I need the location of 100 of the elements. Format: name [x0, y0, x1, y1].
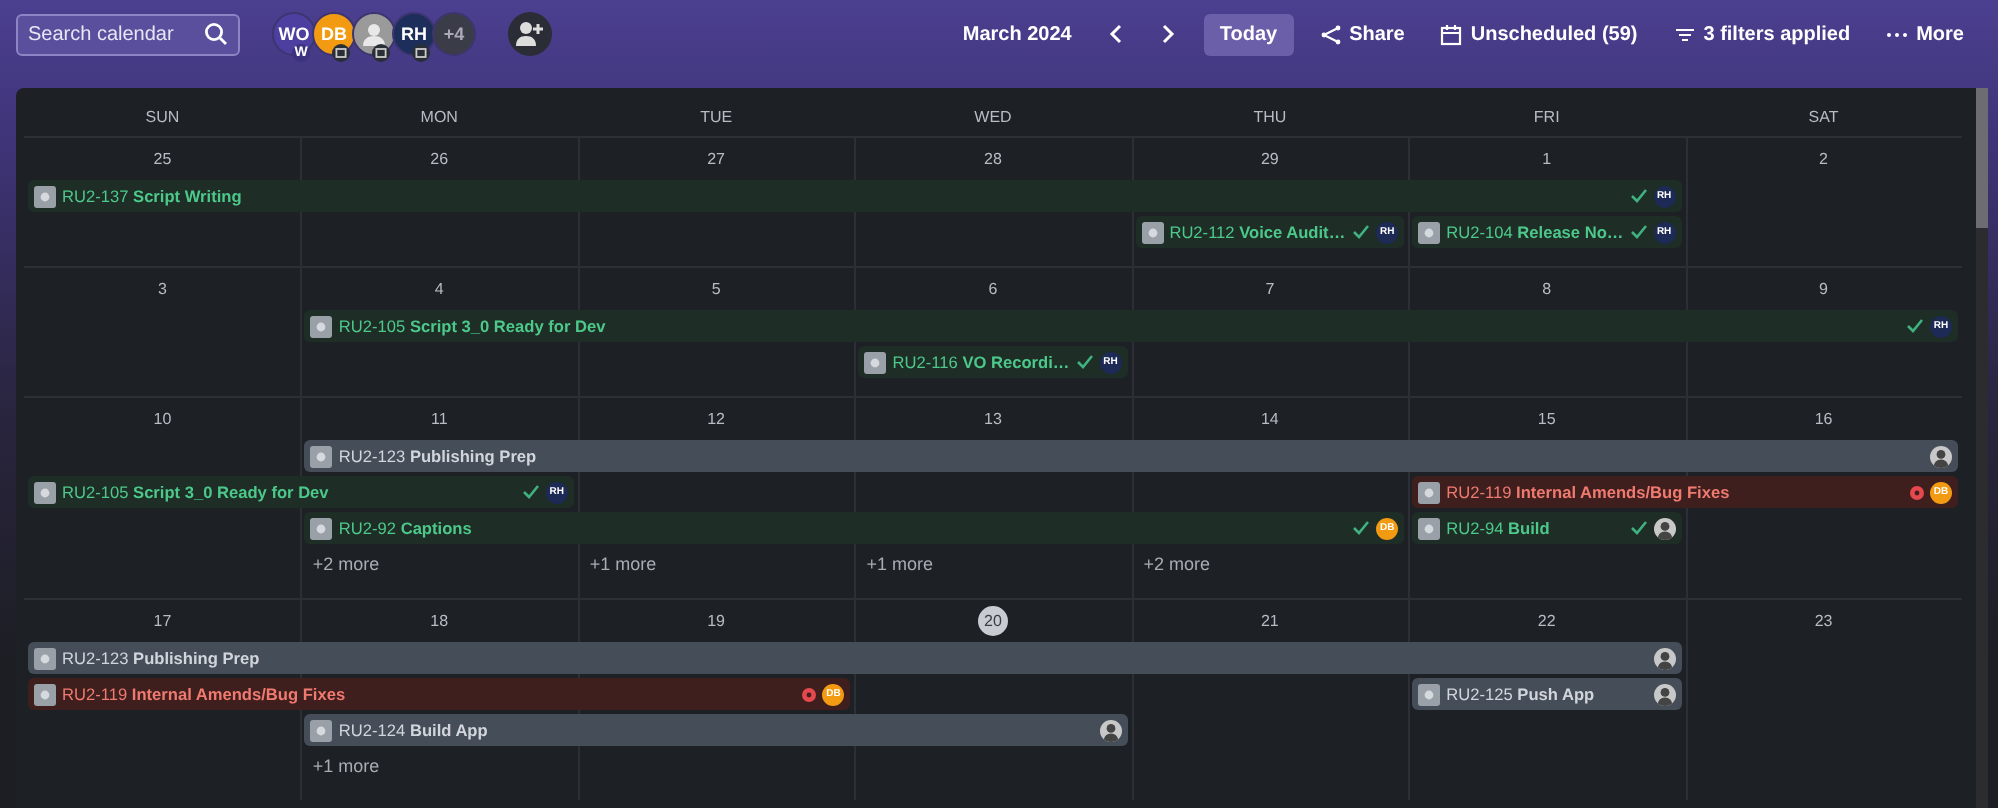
share-button[interactable]: Share: [1309, 15, 1415, 53]
assignee-avatar: [1653, 517, 1676, 539]
day-number: 18: [428, 609, 451, 633]
issue-type-icon: [310, 517, 333, 539]
day-number: 11: [428, 407, 450, 431]
day-number: 6: [986, 277, 1000, 301]
event-title: RU2-112 Voice Audit…: [1169, 222, 1347, 242]
issue-type-icon: [1418, 221, 1441, 243]
event-bar[interactable]: RU2-123 Publishing Prep: [304, 440, 1958, 472]
day-number: 9: [1817, 277, 1830, 301]
search-field[interactable]: Search calendar: [16, 13, 240, 55]
check-icon: [1075, 354, 1094, 370]
day-number: 16: [1812, 407, 1835, 431]
weekday-label: TUE: [698, 107, 735, 125]
event-title: RU2-119 Internal Amends/Bug Fixes: [62, 684, 348, 704]
event-title: RU2-119 Internal Amends/Bug Fixes: [1446, 482, 1732, 502]
day-number: 1: [1540, 147, 1554, 171]
chevron-left-icon: [1107, 24, 1124, 44]
issue-type-icon: [310, 445, 333, 467]
day-number: 15: [1535, 407, 1558, 431]
check-icon: [1629, 520, 1648, 536]
day-number: 12: [705, 407, 728, 431]
issue-type-icon: [1418, 683, 1441, 705]
event-title: RU2-105 Script 3_0 Ready for Dev: [338, 316, 608, 336]
event-title: RU2-124 Build App: [338, 720, 490, 740]
month-title: March 2024: [962, 23, 1072, 45]
weekday-label: THU: [1251, 107, 1289, 125]
user-avatar[interactable]: [352, 12, 396, 56]
day-number: 17: [151, 609, 174, 633]
event-bar[interactable]: RU2-124 Build App: [304, 714, 1128, 746]
issue-type-icon: [1141, 221, 1164, 243]
day-number: 14: [1258, 407, 1281, 431]
weekday-label: WED: [972, 107, 1014, 125]
weekday-label: FRI: [1531, 107, 1562, 125]
day-number: 2: [1817, 147, 1830, 171]
error-dot-icon: [1910, 485, 1924, 499]
weekday-label: MON: [418, 107, 460, 125]
more-events-link[interactable]: +1 more: [300, 756, 578, 776]
add-user-button[interactable]: [508, 12, 552, 56]
check-icon: [521, 484, 540, 500]
more-events-link[interactable]: +1 more: [854, 554, 1132, 574]
day-number: 4: [432, 277, 446, 301]
issue-type-icon: [310, 315, 333, 337]
day-number: 8: [1540, 277, 1554, 301]
more-users-count[interactable]: +4: [432, 12, 476, 56]
event-title: RU2-123 Publishing Prep: [338, 446, 539, 466]
day-number: 10: [151, 407, 174, 431]
chevron-right-icon: [1159, 24, 1176, 44]
event-bar[interactable]: RU2-125 Push App: [1412, 678, 1682, 710]
issue-type-icon: [34, 481, 56, 503]
issue-type-icon: [310, 719, 333, 741]
weekday-label: SAT: [1806, 107, 1841, 125]
issue-type-icon: [864, 351, 887, 373]
day-number: 7: [1263, 277, 1277, 301]
calendar-icon: [1440, 23, 1463, 45]
check-icon: [1629, 224, 1648, 240]
check-icon: [1906, 318, 1924, 334]
day-number: 23: [1812, 609, 1835, 633]
today-button[interactable]: Today: [1203, 13, 1294, 55]
event-title: RU2-137 Script Writing: [62, 186, 244, 206]
day-number: 5: [709, 277, 723, 301]
event-bar[interactable]: RU2-94 Build: [1412, 512, 1682, 544]
day-number: 28: [982, 147, 1004, 171]
assignee-avatar: [1653, 647, 1676, 669]
event-title: RU2-116 VO Recordi…: [892, 352, 1070, 372]
issue-type-icon: [1418, 481, 1441, 503]
event-title: RU2-94 Build: [1446, 518, 1552, 538]
more-events-link[interactable]: +1 more: [577, 554, 855, 574]
event-title: RU2-105 Script 3_0 Ready for Dev: [62, 482, 331, 502]
more-button[interactable]: More: [1876, 15, 1974, 53]
assignee-avatar: [1930, 445, 1952, 467]
filter-icon: [1673, 23, 1696, 45]
user-avatar[interactable]: RH: [392, 12, 436, 56]
more-events-link[interactable]: +2 more: [1131, 554, 1409, 574]
day-number: 3: [155, 277, 169, 301]
weekday-label: SUN: [143, 107, 182, 125]
day-number: 21: [1258, 609, 1281, 633]
add-person-icon: [514, 18, 546, 50]
assignee-avatar: [1653, 683, 1676, 705]
day-number: 13: [982, 407, 1004, 431]
issue-type-icon: [34, 683, 56, 705]
issue-type-icon: [34, 647, 56, 669]
filters-button[interactable]: 3 filters applied: [1663, 15, 1861, 53]
check-icon: [1352, 520, 1371, 536]
check-icon: [1352, 224, 1371, 240]
day-number: 19: [705, 609, 728, 633]
unscheduled-button[interactable]: Unscheduled (59): [1430, 15, 1648, 53]
day-number: 22: [1535, 609, 1558, 633]
event-title: RU2-92 Captions: [338, 518, 474, 538]
error-dot-icon: [802, 687, 817, 701]
day-number: 27: [705, 147, 728, 171]
issue-type-icon: [1418, 517, 1441, 539]
day-number: 20: [977, 605, 1008, 635]
person-icon: [358, 18, 390, 50]
more-events-link[interactable]: +2 more: [300, 554, 578, 574]
search-icon: [204, 21, 228, 45]
event-bar[interactable]: RU2-123 Publishing Prep: [28, 642, 1682, 674]
day-number: 26: [428, 147, 451, 171]
scrollbar[interactable]: [1976, 88, 1988, 808]
day-number: 29: [1258, 147, 1281, 171]
